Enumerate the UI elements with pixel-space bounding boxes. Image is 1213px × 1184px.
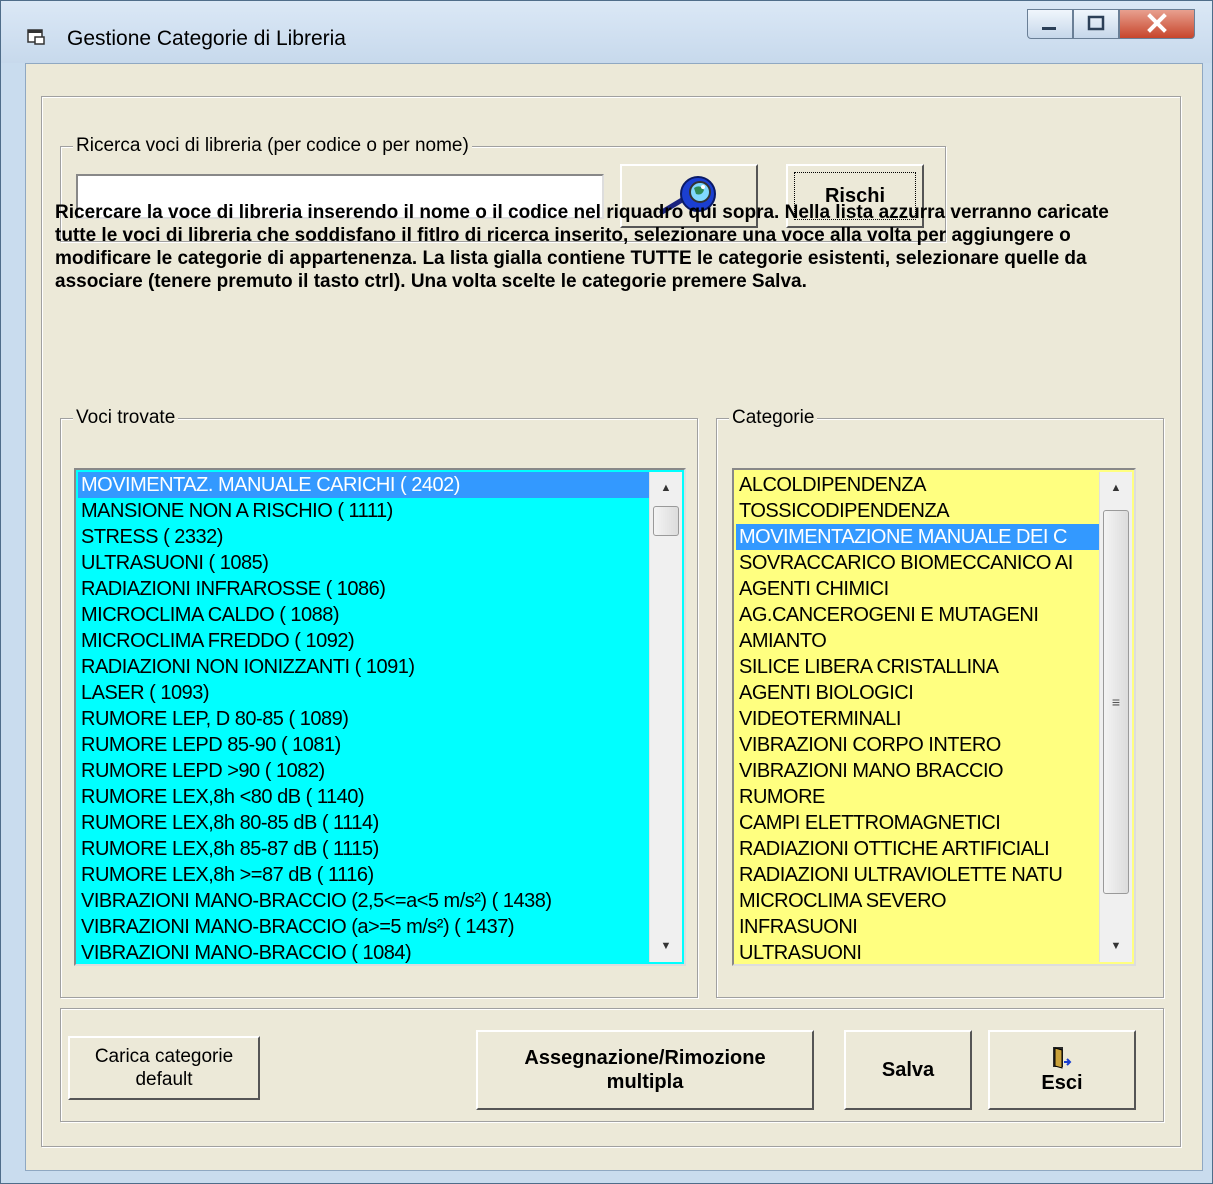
list-item[interactable]: CAMPI ELETTROMAGNETICI	[736, 810, 1100, 836]
list-item[interactable]: ALCOLDIPENDENZA	[736, 472, 1100, 498]
list-item[interactable]: RADIAZIONI NON IONIZZANTI ( 1091)	[78, 654, 650, 680]
list-item[interactable]: RUMORE	[736, 784, 1100, 810]
assegnazione-label-line2: multipla	[606, 1071, 684, 1093]
list-item[interactable]: ULTRASUONI	[736, 940, 1100, 964]
scroll-up-arrow-icon[interactable]: ▲	[1100, 472, 1132, 504]
close-button[interactable]	[1119, 9, 1195, 39]
scroll-thumb[interactable]: ≡	[1103, 510, 1129, 894]
list-item[interactable]: MANSIONE NON A RISCHIO ( 1111)	[78, 498, 650, 524]
assegnazione-rimozione-button[interactable]: Assegnazione/Rimozione multipla	[476, 1030, 814, 1110]
list-item[interactable]: LASER ( 1093)	[78, 680, 650, 706]
list-item[interactable]: RUMORE LEX,8h 80-85 dB ( 1114)	[78, 810, 650, 836]
list-item[interactable]: RADIAZIONI ULTRAVIOLETTE NATU	[736, 862, 1100, 888]
carica-label-line2: default	[135, 1069, 193, 1090]
minimize-icon	[1042, 27, 1056, 30]
list-item[interactable]: VIBRAZIONI MANO BRACCIO	[736, 758, 1100, 784]
list-item[interactable]: VIBRAZIONI CORPO INTERO	[736, 732, 1100, 758]
list-item[interactable]: RUMORE LEX,8h >=87 dB ( 1116)	[78, 862, 650, 888]
list-item[interactable]: VIDEOTERMINALI	[736, 706, 1100, 732]
list-item[interactable]: AMIANTO	[736, 628, 1100, 654]
scroll-thumb[interactable]	[653, 506, 679, 536]
main-window: Gestione Categorie di Libreria Ricerca v…	[0, 0, 1213, 1184]
dialog-client-area: Ricerca voci di libreria (per codice o p…	[25, 63, 1203, 1171]
voci-list[interactable]: MOVIMENTAZ. MANUALE CARICHI ( 2402) MANSI…	[74, 468, 686, 966]
list-item[interactable]: RUMORE LEX,8h <80 dB ( 1140)	[78, 784, 650, 810]
scroll-down-arrow-icon[interactable]: ▼	[650, 930, 682, 962]
maximize-icon	[1087, 15, 1105, 31]
list-item[interactable]: AGENTI BIOLOGICI	[736, 680, 1100, 706]
exit-door-icon	[1053, 1047, 1072, 1069]
list-item[interactable]: VIBRAZIONI MANO-BRACCIO (2,5<=a<5 m/s²) …	[78, 888, 650, 914]
list-item[interactable]: MOVIMENTAZ. MANUALE CARICHI ( 2402)	[78, 472, 650, 498]
list-item[interactable]: RUMORE LEPD >90 ( 1082)	[78, 758, 650, 784]
voci-group-label: Voci trovate	[73, 407, 179, 429]
list-item[interactable]: RUMORE LEP, D 80-85 ( 1089)	[78, 706, 650, 732]
maximize-button[interactable]	[1073, 9, 1119, 39]
minimize-button[interactable]	[1027, 9, 1073, 39]
categorie-group-label: Categorie	[729, 407, 818, 429]
categorie-list[interactable]: ALCOLDIPENDENZA TOSSICODIPENDENZA MOVIMENT…	[732, 468, 1136, 966]
list-item[interactable]: TOSSICODIPENDENZA	[736, 498, 1100, 524]
carica-label-line1: Carica categorie	[94, 1046, 234, 1067]
list-item[interactable]: RADIAZIONI OTTICHE ARTIFICIALI	[736, 836, 1100, 862]
list-item[interactable]: VIBRAZIONI MANO-BRACCIO (a>=5 m/s²) ( 14…	[78, 914, 650, 940]
list-item[interactable]: MICROCLIMA FREDDO ( 1092)	[78, 628, 650, 654]
list-item[interactable]: RUMORE LEX,8h 85-87 dB ( 1115)	[78, 836, 650, 862]
scroll-down-arrow-icon[interactable]: ▼	[1100, 930, 1132, 962]
list-item[interactable]: RUMORE LEPD 85-90 ( 1081)	[78, 732, 650, 758]
esci-button[interactable]: Esci	[988, 1030, 1136, 1110]
list-item[interactable]: ULTRASUONI ( 1085)	[78, 550, 650, 576]
list-item[interactable]: SILICE LIBERA CRISTALLINA	[736, 654, 1100, 680]
salva-button[interactable]: Salva	[844, 1030, 972, 1110]
app-icon	[27, 29, 45, 45]
list-item[interactable]: INFRASUONI	[736, 914, 1100, 940]
close-icon	[1147, 13, 1167, 33]
list-item[interactable]: MICROCLIMA CALDO ( 1088)	[78, 602, 650, 628]
salva-label: Salva	[881, 1059, 935, 1081]
list-item[interactable]: RADIAZIONI INFRAROSSE ( 1086)	[78, 576, 650, 602]
list-item[interactable]: VIBRAZIONI MANO-BRACCIO ( 1084)	[78, 940, 650, 964]
categorie-scrollbar[interactable]: ▲ ≡ ▼	[1099, 472, 1132, 962]
list-item[interactable]: AGENTI CHIMICI	[736, 576, 1100, 602]
voci-scrollbar[interactable]: ▲ ▼	[649, 472, 682, 962]
title-bar[interactable]: Gestione Categorie di Libreria	[1, 1, 1212, 63]
list-item[interactable]: SOVRACCARICO BIOMECCANICO AI	[736, 550, 1100, 576]
window-title: Gestione Categorie di Libreria	[67, 27, 346, 50]
list-item[interactable]: MICROCLIMA SEVERO	[736, 888, 1100, 914]
search-group-label: Ricerca voci di libreria (per codice o p…	[73, 135, 472, 157]
list-item[interactable]: STRESS ( 2332)	[78, 524, 650, 550]
assegnazione-label-line1: Assegnazione/Rimozione	[524, 1047, 766, 1069]
scroll-up-arrow-icon[interactable]: ▲	[650, 472, 682, 504]
list-item[interactable]: AG.CANCEROGENI E MUTAGENI	[736, 602, 1100, 628]
instructions-text: Ricercare la voce di libreria inserendo …	[55, 202, 1109, 292]
list-item[interactable]: MOVIMENTAZIONE MANUALE DEI C	[736, 524, 1100, 550]
esci-label: Esci	[1041, 1072, 1083, 1094]
carica-categorie-default-button[interactable]: Carica categorie default	[68, 1036, 260, 1100]
